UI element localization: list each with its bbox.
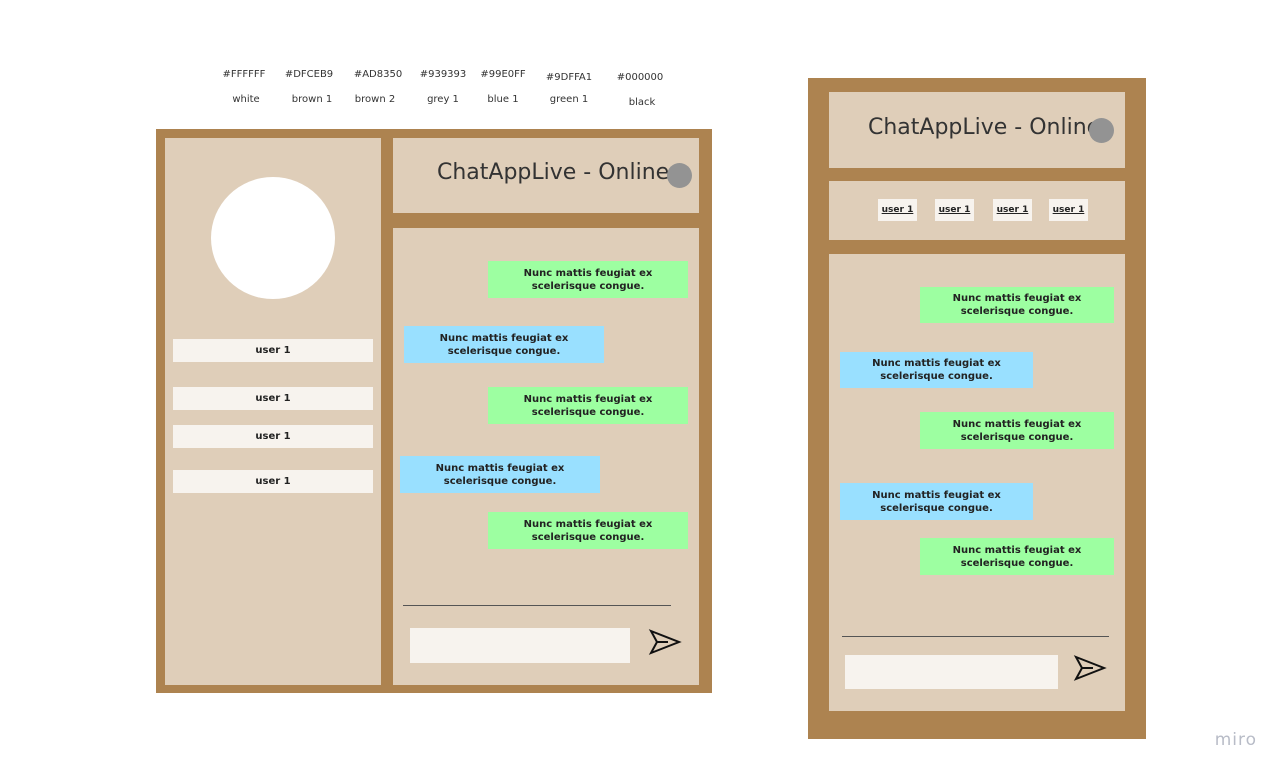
app-title: ChatAppLive - Online — [437, 160, 670, 185]
mobile-user-chip[interactable]: user 1 — [878, 199, 917, 221]
message-bubble-sent: Nunc mattis feugiat ex scelerisque congu… — [920, 412, 1114, 449]
palette-hex-green-1: #9DFFA1 — [545, 72, 593, 83]
message-bubble-received: Nunc mattis feugiat ex scelerisque congu… — [840, 483, 1033, 520]
chat-divider — [403, 605, 671, 606]
palette-name-black: black — [628, 97, 656, 108]
sidebar-user-item[interactable]: user 1 — [173, 387, 373, 410]
send-icon[interactable] — [1073, 653, 1107, 683]
palette-hex-brown-2: #AD8350 — [353, 69, 403, 80]
palette-hex-blue-1: #99E0FF — [480, 69, 526, 80]
miro-logo: miro — [1214, 730, 1257, 750]
palette-hex-brown-1: #DFCEB9 — [284, 69, 334, 80]
palette-hex-white: #FFFFFF — [222, 69, 266, 80]
mobile-app-title: ChatAppLive - Online — [868, 115, 1101, 140]
message-bubble-sent: Nunc mattis feugiat ex scelerisque congu… — [920, 287, 1114, 323]
status-dot-icon — [1089, 118, 1114, 143]
mobile-user-chip[interactable]: user 1 — [993, 199, 1032, 221]
sidebar-user-item[interactable]: user 1 — [173, 425, 373, 448]
sidebar-user-label: user 1 — [255, 476, 291, 487]
message-input[interactable] — [410, 628, 630, 663]
sidebar-user-label: user 1 — [255, 393, 291, 404]
chat-divider — [842, 636, 1109, 637]
send-icon[interactable] — [648, 627, 682, 657]
mobile-message-input[interactable] — [845, 655, 1058, 689]
mobile-user-chip[interactable]: user 1 — [935, 199, 974, 221]
avatar[interactable] — [211, 177, 335, 299]
palette-name-blue-1: blue 1 — [487, 94, 519, 105]
sidebar-user-item[interactable]: user 1 — [173, 470, 373, 493]
message-bubble-received: Nunc mattis feugiat ex scelerisque congu… — [400, 456, 600, 493]
palette-hex-black: #000000 — [616, 72, 664, 83]
sidebar-user-label: user 1 — [255, 345, 291, 356]
palette-name-brown-2: brown 2 — [354, 94, 396, 105]
sidebar-user-label: user 1 — [255, 431, 291, 442]
message-bubble-sent: Nunc mattis feugiat ex scelerisque congu… — [488, 261, 688, 298]
message-bubble-received: Nunc mattis feugiat ex scelerisque congu… — [840, 352, 1033, 388]
palette-name-green-1: green 1 — [549, 94, 589, 105]
status-dot-icon — [667, 163, 692, 188]
palette-name-white: white — [232, 94, 260, 105]
message-bubble-received: Nunc mattis feugiat ex scelerisque congu… — [404, 326, 604, 363]
palette-name-brown-1: brown 1 — [291, 94, 333, 105]
mobile-user-chip[interactable]: user 1 — [1049, 199, 1088, 221]
message-bubble-sent: Nunc mattis feugiat ex scelerisque congu… — [920, 538, 1114, 575]
sidebar-user-item[interactable]: user 1 — [173, 339, 373, 362]
message-bubble-sent: Nunc mattis feugiat ex scelerisque congu… — [488, 512, 688, 549]
message-bubble-sent: Nunc mattis feugiat ex scelerisque congu… — [488, 387, 688, 424]
